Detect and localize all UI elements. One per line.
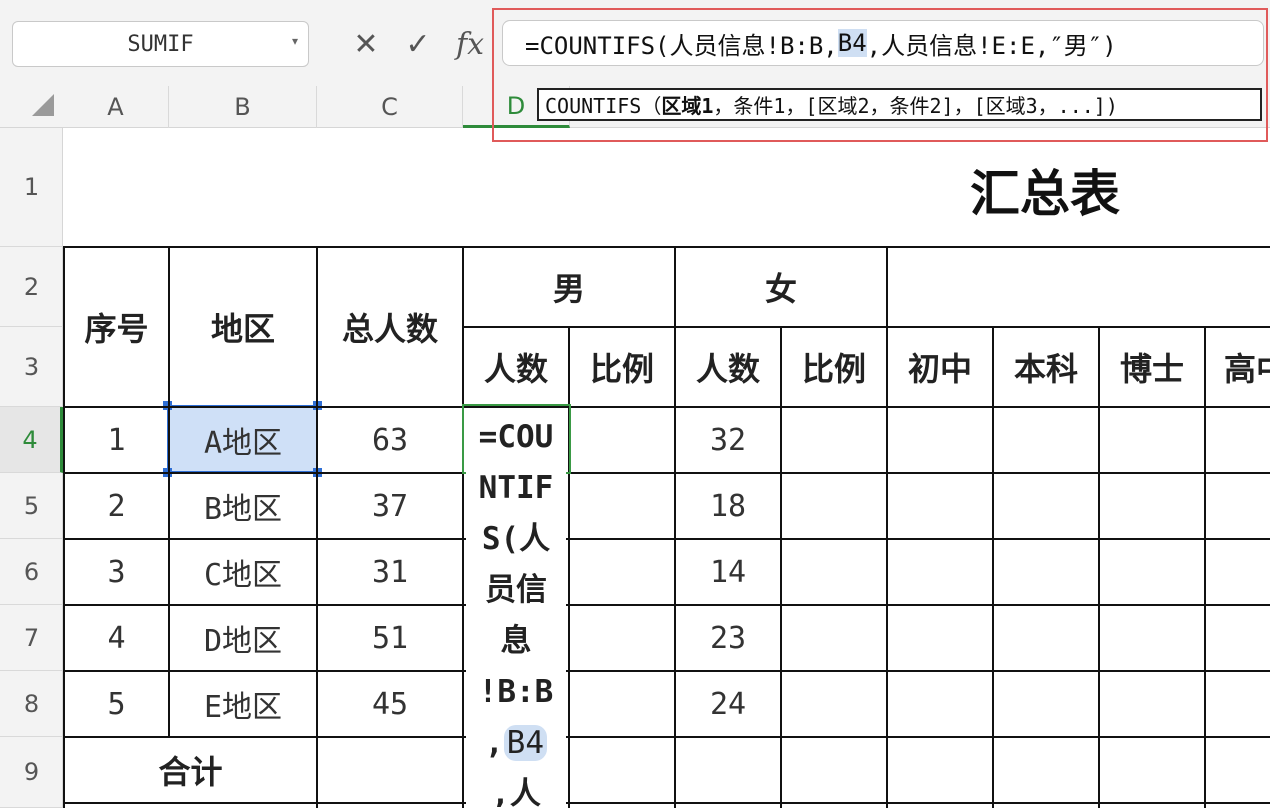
cell-total[interactable]: 37: [318, 474, 462, 538]
cancel-icon[interactable]: ✕: [346, 24, 386, 64]
cell-female-count[interactable]: 23: [676, 606, 780, 670]
sum-label: 合计: [158, 753, 223, 791]
confirm-icon[interactable]: ✓: [398, 24, 438, 64]
editor-line: S(人: [481, 521, 551, 557]
header-female: 女: [764, 270, 797, 308]
cell-seq[interactable]: 1: [65, 408, 168, 472]
cell-region[interactable]: D地区: [170, 606, 316, 670]
cell-seq[interactable]: 2: [65, 474, 168, 538]
chevron-down-icon[interactable]: ▾: [292, 34, 298, 48]
editor-line: 员信: [485, 572, 547, 608]
row-header-2[interactable]: 2: [0, 247, 63, 327]
row-header-6[interactable]: 6: [0, 539, 63, 605]
editor-line: !B:B: [478, 674, 554, 710]
cell-seq[interactable]: 5: [65, 672, 168, 736]
editor-line: =COU: [478, 419, 554, 455]
cell-region[interactable]: C地区: [170, 540, 316, 604]
row-header-5[interactable]: 5: [0, 473, 63, 539]
header-edu-bachelor: 本科: [1013, 350, 1078, 388]
cell-total[interactable]: 51: [318, 606, 462, 670]
sheet-title: 汇总表: [970, 164, 1120, 223]
cell-total[interactable]: 63: [318, 408, 462, 472]
header-male: 男: [552, 270, 585, 308]
cell-female-count[interactable]: 32: [676, 408, 780, 472]
header-total: 总人数: [341, 310, 438, 348]
cell-region[interactable]: A地区: [170, 408, 316, 472]
header-edu-high: 高中: [1224, 350, 1270, 388]
column-header-b[interactable]: B: [169, 86, 317, 128]
editor-line: 息: [500, 623, 532, 659]
row-header-4[interactable]: 4: [0, 407, 63, 473]
header-edu-doctor: 博士: [1119, 350, 1184, 388]
header-female-count: 人数: [695, 350, 760, 388]
editor-line: ,B4: [466, 718, 566, 769]
cell-region[interactable]: B地区: [170, 474, 316, 538]
cell-female-count[interactable]: 24: [676, 672, 780, 736]
header-female-ratio: 比例: [801, 350, 866, 388]
header-edu-junior: 初中: [907, 350, 972, 388]
row-header-3[interactable]: 3: [0, 327, 63, 407]
cell-female-count[interactable]: 14: [676, 540, 780, 604]
row-header-8[interactable]: 8: [0, 671, 63, 737]
row-header-9[interactable]: 9: [0, 737, 63, 808]
insert-function-icon[interactable]: fx: [450, 24, 490, 64]
cell-female-count[interactable]: 18: [676, 474, 780, 538]
editor-line: ,人: [491, 776, 541, 807]
editor-line: NTIF: [478, 470, 554, 506]
cell-seq[interactable]: 3: [65, 540, 168, 604]
header-male-count: 人数: [483, 350, 548, 388]
cell-total[interactable]: 31: [318, 540, 462, 604]
row-header-7[interactable]: 7: [0, 605, 63, 671]
highlight-annotation: [492, 8, 1268, 142]
editor-reference: B4: [503, 725, 547, 761]
header-region: 地区: [210, 310, 275, 348]
column-header-c[interactable]: C: [317, 86, 463, 128]
cell-region[interactable]: E地区: [170, 672, 316, 736]
header-male-ratio: 比例: [589, 350, 654, 388]
cell-total[interactable]: 45: [318, 672, 462, 736]
cell-seq[interactable]: 4: [65, 606, 168, 670]
row-header-1[interactable]: 1: [0, 128, 63, 247]
header-seq: 序号: [84, 310, 149, 348]
name-box[interactable]: SUMIF: [12, 21, 309, 67]
in-cell-formula-editor[interactable]: =COU NTIF S(人 员信 息 !B:B ,B4 ,人: [466, 412, 566, 807]
select-all-corner[interactable]: [32, 94, 54, 116]
column-header-a[interactable]: A: [63, 86, 169, 128]
